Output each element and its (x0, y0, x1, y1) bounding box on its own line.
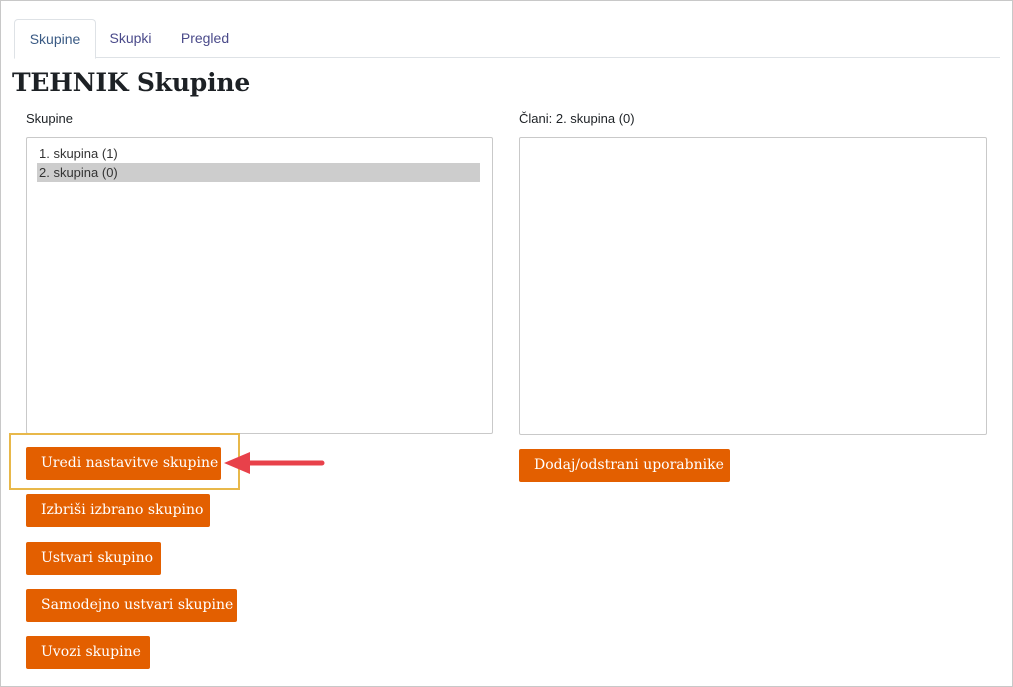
tab-skupine[interactable]: Skupine (14, 19, 96, 59)
tab-bar: Skupine Skupki Pregled (14, 19, 1000, 59)
page-title: TEHNIK Skupine (12, 68, 251, 97)
tab-skupki[interactable]: Skupki (98, 19, 163, 57)
red-arrow-icon (224, 452, 325, 474)
groups-listbox[interactable]: 1. skupina (1) 2. skupina (0) (26, 137, 493, 434)
members-label: Člani: 2. skupina (0) (519, 111, 635, 126)
create-group-button[interactable]: Ustvari skupino (26, 542, 161, 575)
import-groups-button[interactable]: Uvozi skupine (26, 636, 150, 669)
auto-create-groups-button[interactable]: Samodejno ustvari skupine (26, 589, 237, 622)
groups-label: Skupine (26, 111, 73, 126)
delete-selected-group-button[interactable]: Izbriši izbrano skupino (26, 494, 210, 527)
members-listbox[interactable] (519, 137, 987, 435)
add-remove-users-button[interactable]: Dodaj/odstrani uporabnike (519, 449, 730, 482)
group-option-selected[interactable]: 2. skupina (0) (37, 163, 480, 182)
group-option[interactable]: 1. skupina (1) (37, 144, 480, 163)
tab-pregled[interactable]: Pregled (170, 19, 240, 57)
edit-group-settings-button[interactable]: Uredi nastavitve skupine (26, 447, 221, 480)
